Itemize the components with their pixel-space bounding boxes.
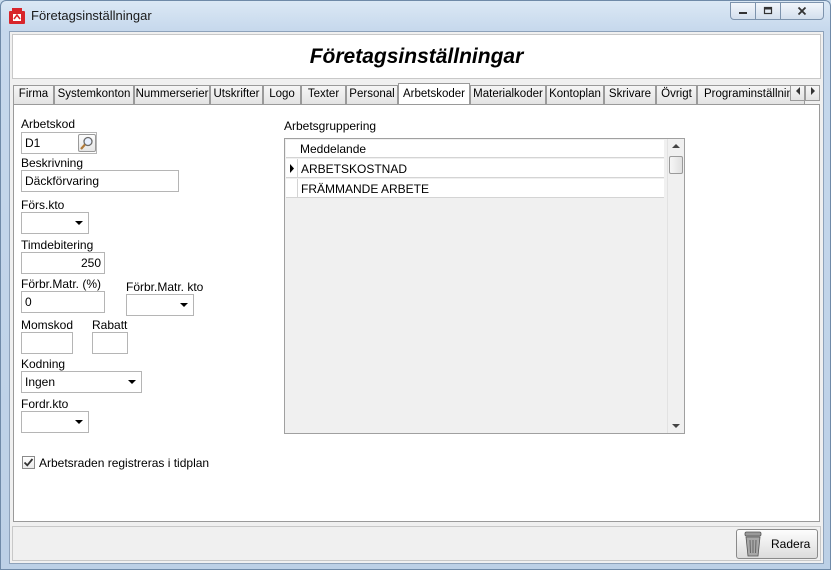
row-selector[interactable]: [286, 159, 298, 178]
beskrivning-label: Beskrivning: [21, 156, 84, 170]
tab-firma[interactable]: Firma: [13, 85, 54, 104]
delete-button-label: Radera: [771, 537, 811, 551]
chevron-down-icon: [128, 380, 136, 384]
grid-header: Meddelande: [286, 140, 664, 158]
window-title: Företagsinställningar: [31, 8, 152, 23]
maximize-icon: [763, 6, 773, 15]
title-bar[interactable]: Företagsinställningar: [1, 1, 830, 31]
kodning-select[interactable]: Ingen: [21, 371, 142, 393]
tab-strip: Firma Systemkonton Nummerserier Utskrift…: [13, 83, 820, 104]
checkmark-icon: [23, 458, 34, 467]
minimize-icon: [739, 12, 747, 14]
tab-materialkoder[interactable]: Materialkoder: [470, 85, 546, 104]
arbetskoder-panel: Arbetskod D1 Beskrivning Däckförvaring F…: [13, 104, 820, 522]
fors-kto-label: Förs.kto: [21, 198, 65, 212]
window-content: Företagsinställningar Firma Systemkonton…: [9, 31, 824, 564]
tab-personal[interactable]: Personal: [346, 85, 398, 104]
chevron-down-icon: [75, 221, 83, 225]
tab-systemkonton[interactable]: Systemkonton: [54, 85, 134, 104]
page-title: Företagsinställningar: [309, 44, 524, 68]
footer-bar: Radera: [12, 526, 821, 561]
arbetsgruppering-label: Arbetsgruppering: [284, 119, 377, 133]
forbr-matr-kto-label: Förbr.Matr. kto: [126, 280, 204, 294]
timdebitering-label: Timdebitering: [21, 238, 94, 252]
rabatt-label: Rabatt: [92, 318, 128, 332]
chevron-down-icon: [75, 420, 83, 424]
grid-cell: ARBETSKOSTNAD: [301, 162, 408, 176]
registreras-label[interactable]: Arbetsraden registreras i tidplan: [39, 456, 209, 470]
fordr-kto-select[interactable]: [21, 411, 89, 433]
chevron-down-icon: [180, 303, 188, 307]
forbr-matr-kto-select[interactable]: [126, 294, 194, 316]
arbetsgruppering-grid: Meddelande ARBETSKOSTNAD FRÄMMANDE ARBET…: [284, 138, 685, 434]
grid-scrollbar[interactable]: [667, 139, 684, 433]
tab-kontoplan[interactable]: Kontoplan: [546, 85, 604, 104]
tab-nummerserier[interactable]: Nummerserier: [134, 85, 210, 104]
page-header: Företagsinställningar: [12, 34, 821, 79]
tab-scroll-left-button[interactable]: [790, 85, 805, 101]
arrow-right-icon: [810, 87, 815, 95]
window-controls: [730, 2, 824, 20]
maximize-button[interactable]: [755, 2, 781, 20]
minimize-button[interactable]: [730, 2, 756, 20]
arbetskod-lookup-button[interactable]: [78, 134, 96, 152]
app-icon: [9, 8, 25, 24]
forbr-matr-pct-label: Förbr.Matr. (%): [21, 277, 102, 291]
tab-programinstallningar[interactable]: Programinställningar: [697, 85, 805, 104]
row-selector[interactable]: [286, 179, 298, 198]
table-row[interactable]: ARBETSKOSTNAD: [286, 159, 664, 178]
fordr-kto-label: Fordr.kto: [21, 397, 69, 411]
tab-logo[interactable]: Logo: [263, 85, 301, 104]
scrollbar-thumb[interactable]: [669, 156, 683, 174]
trash-icon: [744, 531, 762, 557]
momskod-field[interactable]: [21, 332, 73, 354]
delete-button[interactable]: Radera: [736, 529, 818, 559]
momskod-label: Momskod: [21, 318, 74, 332]
timdebitering-field[interactable]: 250: [21, 252, 105, 274]
forbr-matr-pct-field[interactable]: 0: [21, 291, 105, 313]
kodning-label: Kodning: [21, 357, 66, 371]
tab-ovrigt[interactable]: Övrigt: [656, 85, 697, 104]
tab-arbetskoder[interactable]: Arbetskoder: [398, 83, 470, 104]
arrow-left-icon: [795, 87, 800, 95]
app-window: Företagsinställningar Företagsinställnin…: [0, 0, 831, 570]
tab-scroll-right-button[interactable]: [805, 85, 820, 101]
close-button[interactable]: [780, 2, 824, 20]
current-row-icon: [290, 164, 294, 173]
beskrivning-field[interactable]: Däckförvaring: [21, 170, 179, 192]
column-header-meddelande[interactable]: Meddelande: [300, 142, 366, 156]
tab-utskrifter[interactable]: Utskrifter: [210, 85, 263, 104]
table-row[interactable]: FRÄMMANDE ARBETE: [286, 179, 664, 198]
fors-kto-select[interactable]: [21, 212, 89, 234]
rabatt-field[interactable]: [92, 332, 128, 354]
arrow-down-icon: [672, 424, 680, 428]
tab-texter[interactable]: Texter: [301, 85, 346, 104]
search-icon: [80, 136, 93, 150]
arbetskod-label: Arbetskod: [21, 117, 76, 131]
close-icon: [797, 6, 807, 16]
registreras-checkbox[interactable]: [22, 456, 35, 469]
grid-cell: FRÄMMANDE ARBETE: [301, 182, 430, 196]
kodning-value: Ingen: [25, 375, 56, 389]
arrow-up-icon: [672, 144, 680, 148]
tab-skrivare[interactable]: Skrivare: [604, 85, 656, 104]
